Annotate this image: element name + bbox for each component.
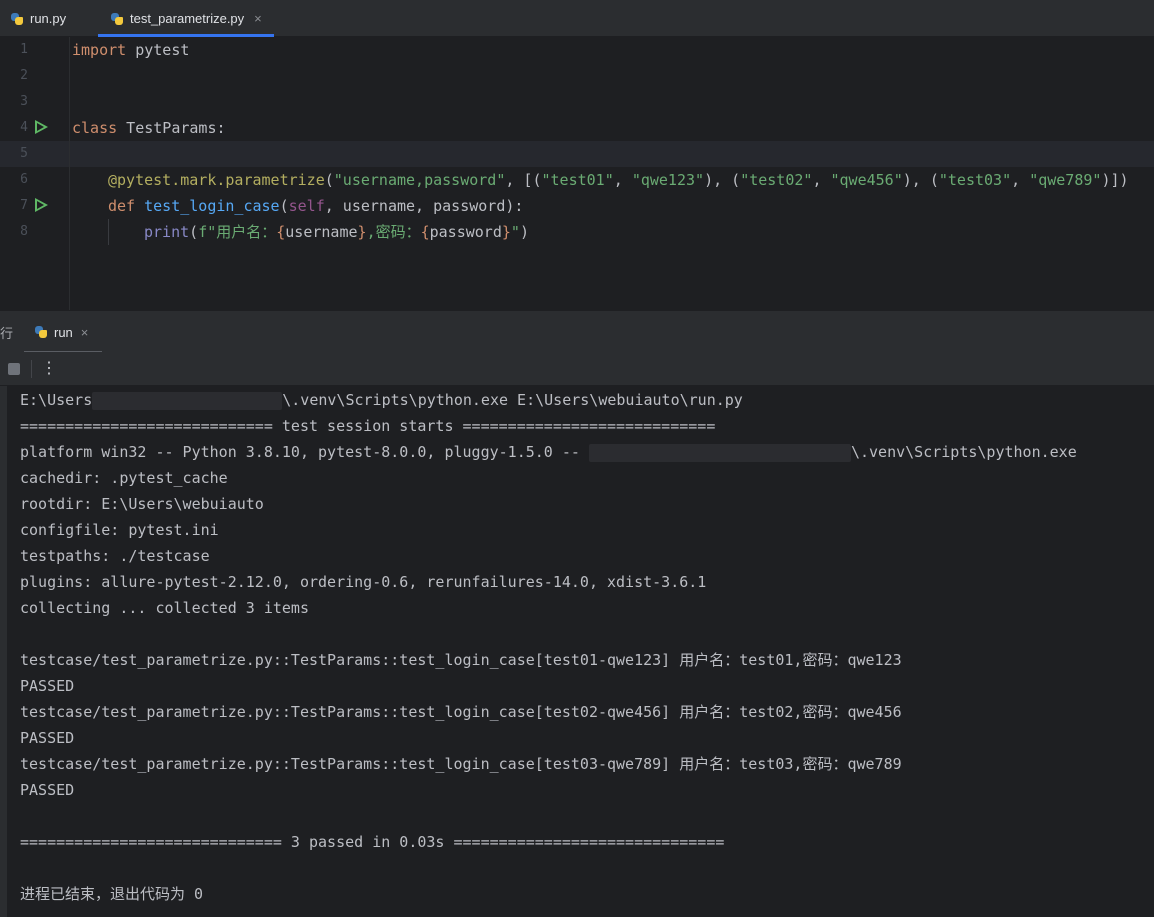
line-number: 6 <box>20 172 28 187</box>
line-number: 4 <box>20 120 28 135</box>
line-number: 3 <box>20 94 28 109</box>
python-file-icon <box>110 12 124 26</box>
console-line: ============================= 3 passed i… <box>20 833 725 851</box>
console-left-edge <box>0 386 7 917</box>
console-line: rootdir: E:\Users\webuiauto <box>20 495 264 513</box>
run-class-icon[interactable] <box>35 120 48 134</box>
line-number: 8 <box>20 224 28 239</box>
console-line: collecting ... collected 3 items <box>20 599 309 617</box>
stop-icon[interactable] <box>8 363 20 375</box>
python-file-icon <box>10 12 24 26</box>
line-number: 7 <box>20 198 28 213</box>
close-icon[interactable]: × <box>81 325 89 340</box>
console-line: PASSED <box>20 781 75 799</box>
line-number-gutter: 1 2 3 4 5 6 7 8 <box>0 37 70 310</box>
python-file-icon <box>34 325 48 339</box>
code-line-8: print(f"用户名：{username},密码：{password}") <box>144 223 529 241</box>
run-tab-label: run <box>54 324 73 340</box>
tab-test-parametrize-py[interactable]: test_parametrize.py × <box>98 0 274 37</box>
toolbar-divider <box>31 360 32 378</box>
console-line: PASSED <box>20 729 75 747</box>
line-number: 5 <box>20 146 28 161</box>
line-number: 1 <box>20 42 28 57</box>
code-line-6: @pytest.mark.parametrize("username,passw… <box>108 171 1129 189</box>
indent-guide <box>108 219 109 245</box>
console-line: testpaths: ./testcase <box>20 547 210 565</box>
console-line: ============================ test sessio… <box>20 417 716 435</box>
console-line: testcase/test_parametrize.py::TestParams… <box>20 651 902 669</box>
console-line: plugins: allure-pytest-2.12.0, ordering-… <box>20 573 707 591</box>
line-number: 2 <box>20 68 28 83</box>
tab-run-py[interactable]: run.py <box>10 0 66 37</box>
editor-tab-bar: run.py test_parametrize.py × <box>0 0 1154 37</box>
console-line: cachedir: .pytest_cache <box>20 469 228 487</box>
tab-label: run.py <box>30 11 67 26</box>
more-options-icon[interactable]: ⋮ <box>41 357 57 381</box>
tool-window-title: 行 <box>0 326 14 341</box>
code-line-7: def test_login_case(self, username, pass… <box>108 197 524 215</box>
run-tab[interactable]: run × <box>24 311 102 353</box>
console-line: testcase/test_parametrize.py::TestParams… <box>20 755 902 773</box>
tab-label: test_parametrize.py <box>130 11 245 26</box>
current-line-highlight <box>0 141 1154 167</box>
run-tool-window-header: 行 run × <box>0 310 1154 353</box>
code-editor[interactable]: 1 2 3 4 5 6 7 8 import pytest class Test… <box>0 37 1154 310</box>
redacted-path <box>92 391 283 410</box>
close-icon[interactable]: × <box>254 11 262 26</box>
console-line: E:\Users \.venv\Scripts\python.exe E:\Use… <box>20 391 743 410</box>
redacted-path <box>588 443 851 462</box>
code-line-1: import pytest <box>72 41 190 59</box>
console-line: platform win32 -- Python 3.8.10, pytest-… <box>20 443 1077 462</box>
console-line: PASSED <box>20 677 75 695</box>
run-toolbar: ⋮ <box>0 352 1154 386</box>
code-line-4: class TestParams: <box>72 119 226 137</box>
console-output[interactable]: E:\Users \.venv\Scripts\python.exe E:\Use… <box>0 386 1154 917</box>
console-line: testcase/test_parametrize.py::TestParams… <box>20 703 902 721</box>
run-test-icon[interactable] <box>35 198 48 212</box>
console-line: configfile: pytest.ini <box>20 521 219 539</box>
console-line: 进程已结束，退出代码为 0 <box>20 885 204 903</box>
